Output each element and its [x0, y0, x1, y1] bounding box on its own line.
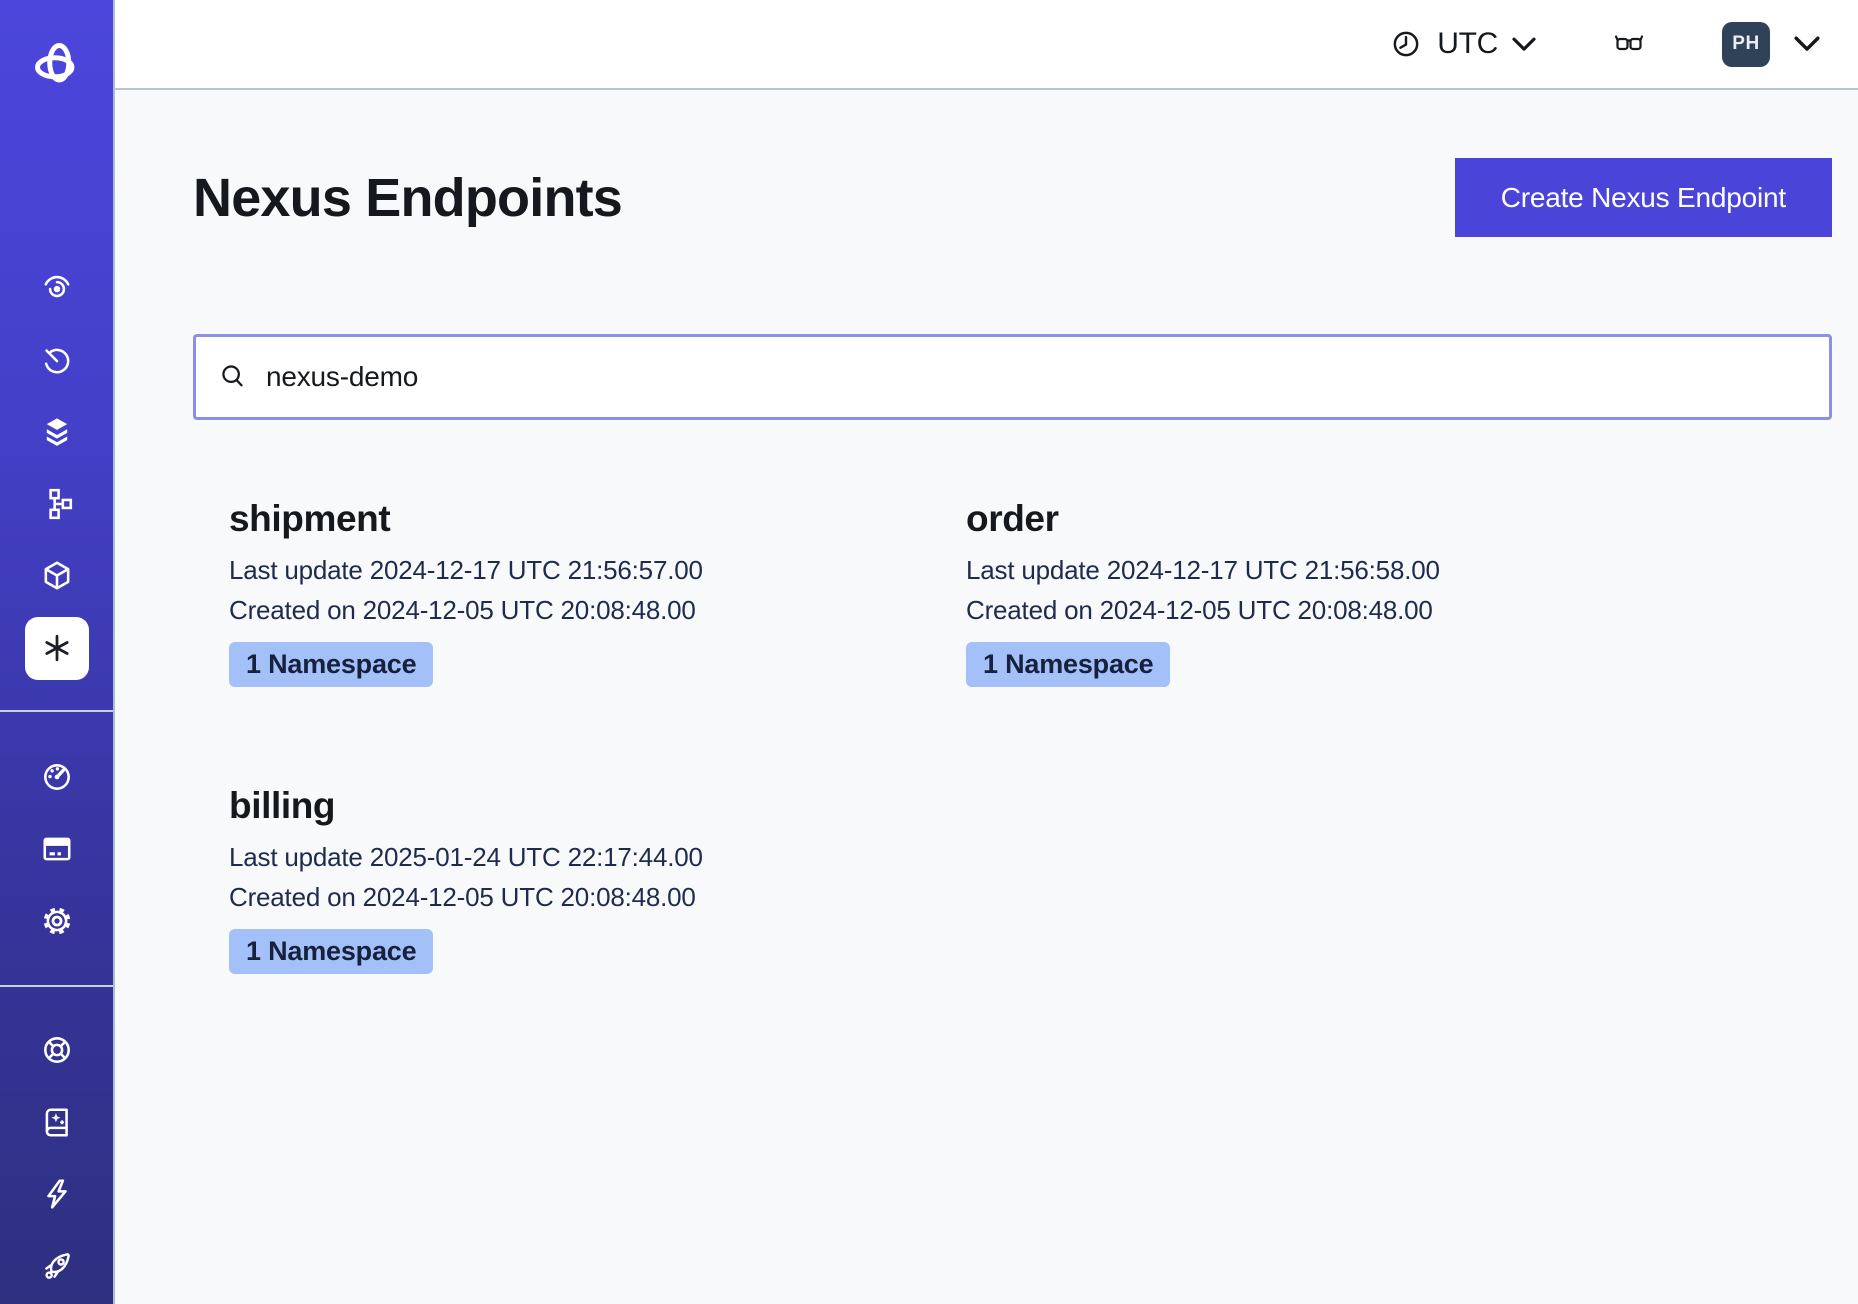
endpoint-card: order Last update 2024-12-17 UTC 21:56:5… — [966, 498, 1832, 687]
card-icon — [40, 832, 74, 866]
asterisk-icon — [40, 631, 74, 665]
sidebar-item-billing[interactable] — [0, 813, 113, 885]
endpoint-last-update: Last update 2024-12-17 UTC 21:56:58.00 — [966, 550, 1832, 590]
endpoint-card: billing Last update 2025-01-24 UTC 22:17… — [229, 785, 966, 974]
endpoint-created-on: Created on 2024-12-05 UTC 20:08:48.00 — [229, 590, 966, 630]
cube-icon — [40, 559, 74, 593]
timezone-selector[interactable]: UTC — [1389, 27, 1536, 61]
glasses-icon — [1608, 28, 1650, 60]
book-sparkle-icon — [40, 1105, 74, 1139]
create-nexus-endpoint-button[interactable]: Create Nexus Endpoint — [1455, 158, 1832, 237]
sidebar-item-schedules[interactable] — [0, 324, 113, 396]
sidebar — [0, 0, 115, 1304]
sidebar-item-feedback[interactable] — [0, 1158, 113, 1230]
temporal-logo[interactable] — [28, 36, 86, 94]
sidebar-item-usage[interactable] — [0, 741, 113, 813]
search-icon — [218, 362, 248, 392]
sidebar-nav-primary — [0, 252, 113, 684]
search-box — [193, 334, 1832, 420]
timer-icon — [40, 343, 74, 377]
title-row: Nexus Endpoints Create Nexus Endpoint — [193, 158, 1832, 237]
sidebar-item-nexus[interactable] — [0, 612, 113, 684]
page-title: Nexus Endpoints — [193, 164, 622, 232]
content-column: UTC PH Ne — [115, 0, 1858, 1304]
sidebar-nav-help — [0, 1014, 113, 1302]
main-content: Nexus Endpoints Create Nexus Endpoint sh… — [115, 90, 1858, 1304]
endpoint-name-link[interactable]: billing — [229, 785, 335, 827]
endpoint-created-on: Created on 2024-12-05 UTC 20:08:48.00 — [966, 590, 1832, 630]
endpoint-list: shipment Last update 2024-12-17 UTC 21:5… — [229, 498, 1832, 974]
app-root: UTC PH Ne — [0, 0, 1858, 1304]
sidebar-item-archival[interactable] — [0, 540, 113, 612]
sidebar-nav-account — [0, 741, 113, 957]
selected-item-tile — [25, 617, 89, 680]
sidebar-item-batch-operations[interactable] — [0, 396, 113, 468]
sidebar-divider — [0, 985, 113, 987]
lifebuoy-icon — [40, 1033, 74, 1067]
endpoint-last-update: Last update 2025-01-24 UTC 22:17:44.00 — [229, 837, 966, 877]
sidebar-item-workflows[interactable] — [0, 252, 113, 324]
rocket-icon — [40, 1249, 74, 1283]
user-menu[interactable]: PH — [1722, 22, 1820, 67]
sidebar-item-support[interactable] — [0, 1014, 113, 1086]
temporal-logo-icon — [28, 36, 86, 94]
top-bar: UTC PH — [115, 0, 1858, 90]
endpoint-name-link[interactable]: shipment — [229, 498, 390, 540]
reader-mode-button[interactable] — [1608, 28, 1650, 60]
sidebar-item-whats-new[interactable] — [0, 1230, 113, 1302]
namespace-badge: 1 Namespace — [229, 929, 433, 974]
timezone-label: UTC — [1437, 27, 1498, 61]
spiral-icon — [40, 271, 74, 305]
namespace-badge: 1 Namespace — [229, 642, 433, 687]
endpoint-last-update: Last update 2024-12-17 UTC 21:56:57.00 — [229, 550, 966, 590]
clock-icon — [1389, 27, 1423, 61]
sidebar-item-docs[interactable] — [0, 1086, 113, 1158]
gear-icon — [40, 904, 74, 938]
gauge-icon — [40, 760, 74, 794]
chevron-down-icon — [1512, 37, 1536, 52]
tree-icon — [40, 487, 74, 521]
search-input[interactable] — [264, 360, 1815, 394]
layers-icon — [40, 415, 74, 449]
sidebar-divider — [0, 710, 113, 712]
namespace-badge: 1 Namespace — [966, 642, 1170, 687]
avatar: PH — [1722, 22, 1770, 67]
endpoint-name-link[interactable]: order — [966, 498, 1059, 540]
chevron-down-icon — [1794, 36, 1820, 52]
endpoint-card: shipment Last update 2024-12-17 UTC 21:5… — [229, 498, 966, 687]
sidebar-item-deployments[interactable] — [0, 468, 113, 540]
lightning-icon — [40, 1177, 74, 1211]
endpoint-created-on: Created on 2024-12-05 UTC 20:08:48.00 — [229, 877, 966, 917]
sidebar-item-settings[interactable] — [0, 885, 113, 957]
